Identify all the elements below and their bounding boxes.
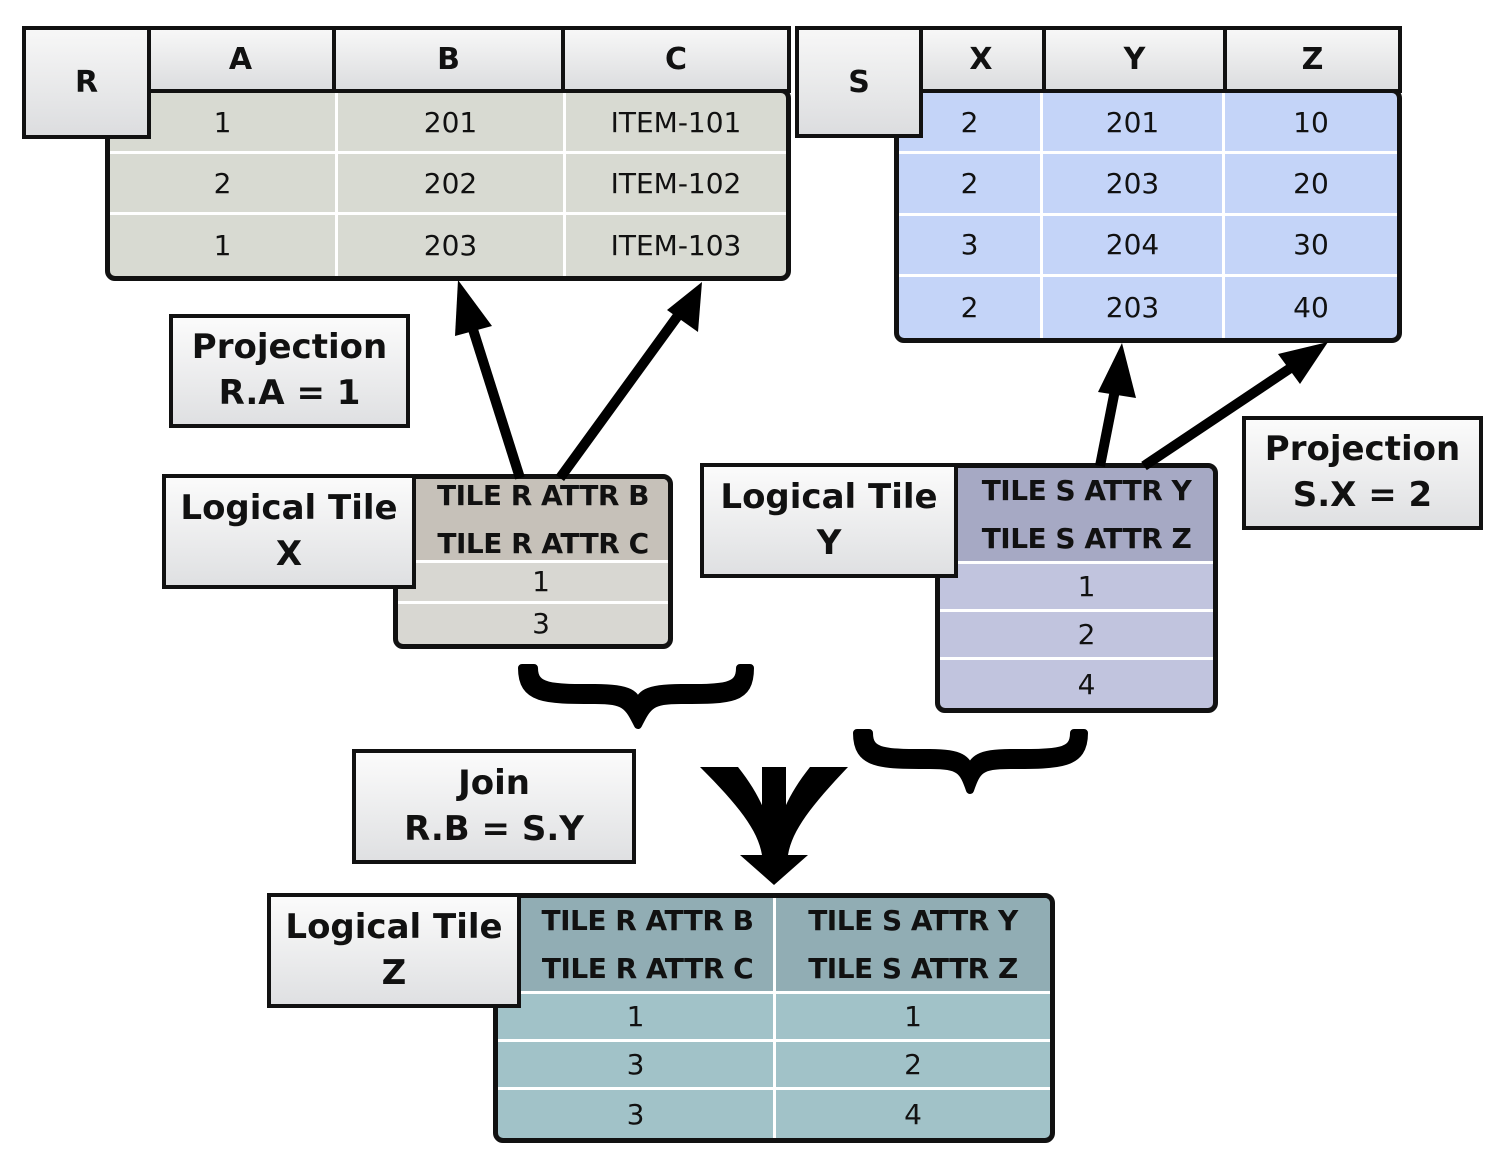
arrow-tile-x-to-r-b [455,280,525,480]
brace-tile-x [518,664,754,729]
arrow-tile-y-to-s-z [1141,342,1328,471]
connectors-overlay [455,280,1328,885]
arrow-tile-y-to-s-y [1095,343,1136,467]
brace-tile-y [853,729,1088,794]
merge-arrow-icon [700,767,848,885]
arrow-tile-x-to-r-c [555,282,702,481]
